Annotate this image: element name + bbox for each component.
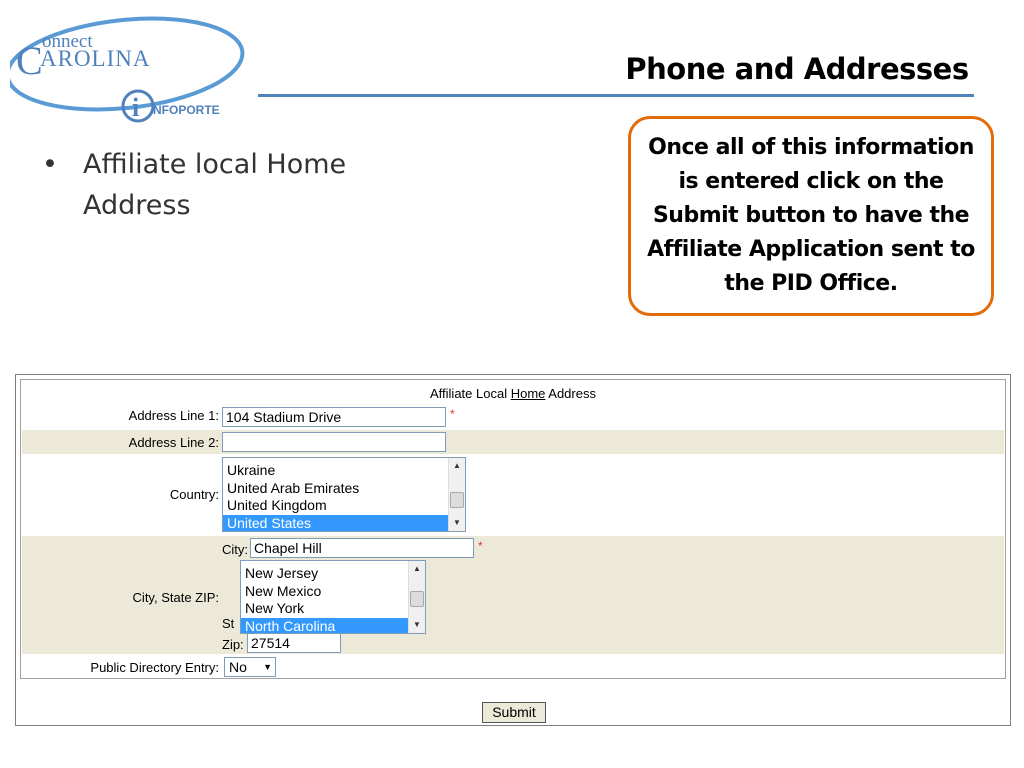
form-title: Affiliate Local Home Address <box>430 386 596 401</box>
public-directory-label: Public Directory Entry: <box>90 660 219 675</box>
chevron-down-icon: ▼ <box>263 662 272 672</box>
address-line2-input[interactable] <box>222 432 446 452</box>
country-option[interactable]: United Kingdom <box>223 497 465 515</box>
form-title-underlined: Home <box>510 386 546 401</box>
state-option-selected[interactable]: North Carolina <box>241 617 425 633</box>
address-form-frame: Affiliate Local Home Address Address Lin… <box>15 374 1011 726</box>
required-mark: * <box>478 539 483 553</box>
city-label: City: <box>222 542 248 557</box>
country-listbox[interactable]: Ukraine United Arab Emirates United King… <box>222 457 466 532</box>
address-line2-label: Address Line 2: <box>128 435 219 450</box>
bullet-icon: • <box>42 149 58 180</box>
svg-text:AROLINA: AROLINA <box>40 46 151 71</box>
svg-text:NFOPORTE: NFOPORTE <box>153 103 220 117</box>
slide-title: Phone and Addresses <box>625 52 969 86</box>
address-line1-label: Address Line 1: <box>128 408 219 423</box>
zip-label: Zip: <box>222 637 244 652</box>
country-label: Country: <box>169 487 219 502</box>
submit-button[interactable]: Submit <box>482 702 546 723</box>
scroll-down-icon[interactable]: ▼ <box>449 515 465 531</box>
scroll-down-icon[interactable]: ▼ <box>409 617 425 633</box>
country-scrollbar[interactable]: ▲ ▼ <box>448 458 465 531</box>
bullet-item: Affiliate local Home Address <box>83 149 347 221</box>
public-directory-value: No <box>229 659 247 675</box>
state-option[interactable]: New Jersey <box>241 565 425 583</box>
city-state-zip-label: City, State ZIP: <box>132 590 219 605</box>
zip-input[interactable]: 27514 <box>247 633 341 653</box>
address-line1-row: Address Line 1: 104 Stadium Drive * <box>22 404 1004 429</box>
header-divider <box>258 94 974 97</box>
svg-text:i: i <box>132 93 139 122</box>
instruction-callout: Once all of this information is entered … <box>628 116 994 316</box>
address-form: Affiliate Local Home Address Address Lin… <box>20 379 1006 679</box>
state-option[interactable]: New Mexico <box>241 583 425 601</box>
scroll-thumb[interactable] <box>410 591 424 607</box>
country-option-selected[interactable]: United States <box>223 514 465 531</box>
country-option[interactable]: Ukraine <box>223 462 465 480</box>
scroll-up-icon[interactable]: ▲ <box>409 561 425 577</box>
address-line1-input[interactable]: 104 Stadium Drive <box>222 407 446 427</box>
city-state-zip-row: City, State ZIP: City: Chapel Hill * St … <box>22 536 1004 654</box>
state-listbox[interactable]: New Jersey New Mexico New York North Car… <box>240 560 426 634</box>
required-mark: * <box>450 407 455 421</box>
svg-text:C: C <box>16 38 43 83</box>
state-label: St <box>222 616 235 631</box>
scroll-up-icon[interactable]: ▲ <box>449 458 465 474</box>
connect-carolina-infoporte-logo: C onnect AROLINA i NFOPORTE <box>10 16 245 123</box>
country-row: Country: Ukraine United Arab Emirates Un… <box>22 455 1004 535</box>
state-scrollbar[interactable]: ▲ ▼ <box>408 561 425 633</box>
public-directory-select[interactable]: No ▼ <box>224 657 276 677</box>
city-input[interactable]: Chapel Hill <box>250 538 474 558</box>
bullet-list: • Affiliate local Home Address <box>42 144 402 226</box>
public-directory-row: Public Directory Entry: No ▼ <box>22 655 1004 679</box>
country-option[interactable]: United Arab Emirates <box>223 480 465 498</box>
address-line2-row: Address Line 2: <box>22 430 1004 454</box>
state-option[interactable]: New York <box>241 600 425 618</box>
scroll-thumb[interactable] <box>450 492 464 508</box>
callout-text: Once all of this information is entered … <box>647 135 975 296</box>
